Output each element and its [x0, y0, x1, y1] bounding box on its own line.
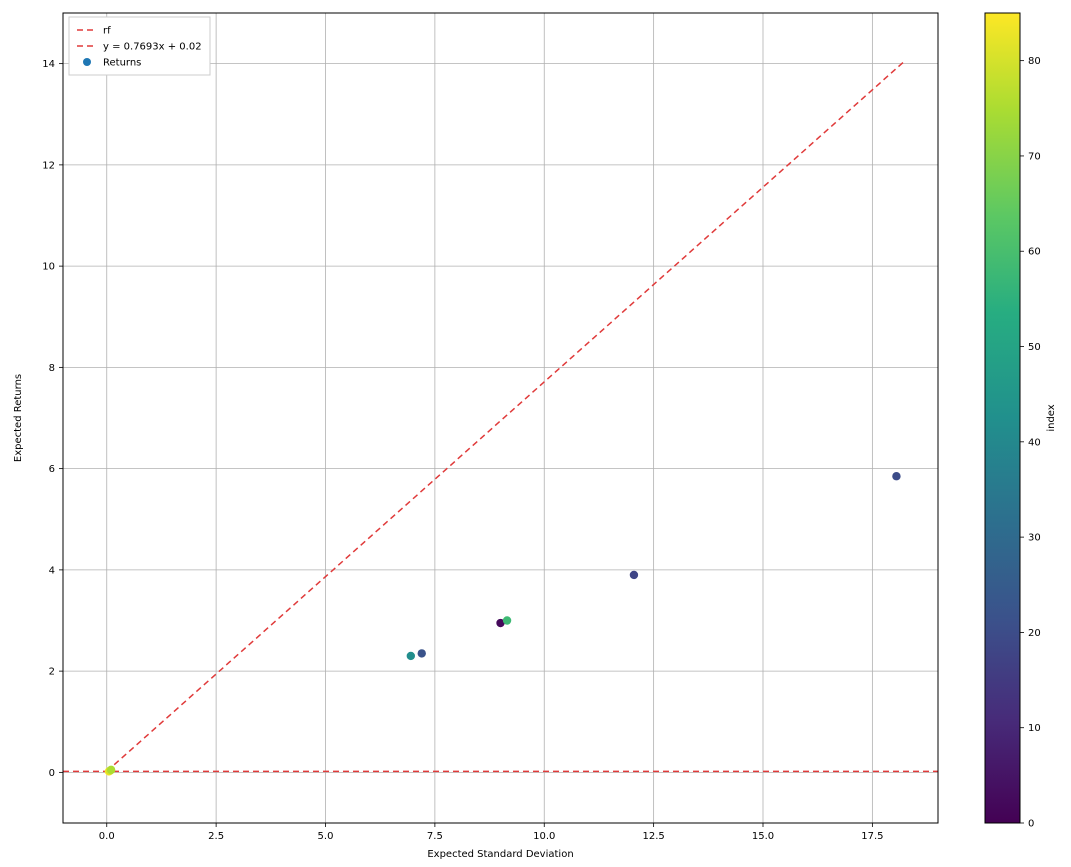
scatter-points — [105, 472, 901, 776]
y-tick-label: 2 — [49, 667, 55, 678]
colorbar-tick-label: 10 — [1028, 723, 1041, 734]
x-tick-label: 7.5 — [427, 831, 443, 842]
chart-container: 0.0 2.5 5.0 7.5 10.0 12.5 15.0 17.5 0 2 4 6 8 10 12 14 E… — [0, 0, 1071, 864]
y-tick-label: 10 — [42, 262, 55, 273]
colorbar-tick-label: 40 — [1028, 437, 1041, 448]
plot-content — [63, 63, 938, 776]
y-tick-label: 0 — [49, 768, 55, 779]
colorbar-tick-label: 0 — [1028, 819, 1034, 830]
x-tick-label: 5.0 — [318, 831, 334, 842]
scatter-point — [892, 472, 900, 480]
colorbar: 0 10 20 30 40 50 60 70 80 index — [985, 13, 1057, 830]
y-tick-label: 6 — [49, 464, 55, 475]
colorbar-tick-label: 20 — [1028, 628, 1041, 639]
legend-item-label: rf — [103, 26, 111, 37]
x-tick-label: 17.5 — [861, 831, 883, 842]
colorbar-tick-label: 60 — [1028, 247, 1041, 258]
x-axis-label: Expected Standard Deviation — [427, 849, 573, 860]
x-ticks: 0.0 2.5 5.0 7.5 10.0 12.5 15.0 17.5 — [99, 823, 884, 842]
grid — [63, 13, 938, 823]
colorbar-label: index — [1046, 404, 1057, 431]
legend-item-label: y = 0.7693x + 0.02 — [103, 42, 202, 53]
axes-frame — [63, 13, 938, 823]
scatter-point — [503, 616, 511, 624]
y-ticks: 0 2 4 6 8 10 12 14 — [42, 59, 63, 779]
colorbar-tick-label: 50 — [1028, 342, 1041, 353]
y-tick-label: 14 — [42, 59, 55, 70]
line-capital_market_line — [107, 63, 903, 772]
y-tick-label: 12 — [42, 160, 55, 171]
y-axis-label: Expected Returns — [13, 374, 24, 462]
scatter-point — [407, 652, 415, 660]
x-tick-label: 12.5 — [642, 831, 664, 842]
legend: rf y = 0.7693x + 0.02 Returns — [69, 17, 210, 75]
x-tick-label: 2.5 — [208, 831, 224, 842]
colorbar-tick-label: 80 — [1028, 56, 1041, 67]
colorbar-tick-label: 30 — [1028, 533, 1041, 544]
scatter-point — [630, 571, 638, 579]
y-tick-label: 8 — [49, 363, 55, 374]
scatter-point — [107, 766, 115, 774]
colorbar-tick-label: 70 — [1028, 151, 1041, 162]
y-tick-label: 4 — [49, 565, 55, 576]
x-tick-label: 0.0 — [99, 831, 115, 842]
chart-svg: 0.0 2.5 5.0 7.5 10.0 12.5 15.0 17.5 0 2 4 6 8 10 12 14 E… — [0, 0, 1071, 864]
scatter-point — [418, 649, 426, 657]
x-tick-label: 10.0 — [533, 831, 555, 842]
legend-item-label: Returns — [103, 58, 141, 69]
x-tick-label: 15.0 — [752, 831, 774, 842]
